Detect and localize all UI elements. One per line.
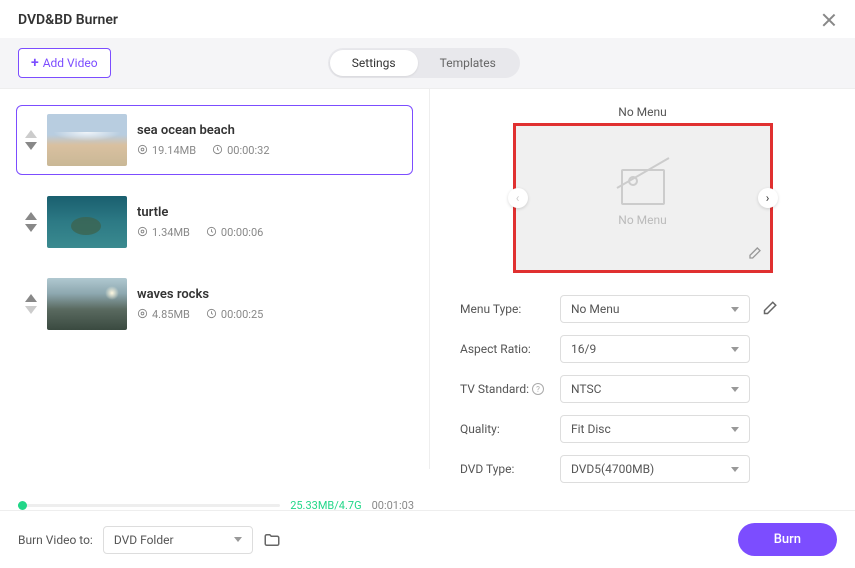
chevron-down-icon (731, 427, 739, 432)
clock-icon (206, 226, 217, 240)
chevron-down-icon (731, 467, 739, 472)
video-thumbnail (47, 278, 127, 330)
chevron-left-icon[interactable]: ‹ (508, 188, 528, 208)
aspect-ratio-value: 16/9 (571, 342, 596, 356)
clock-icon (206, 308, 217, 322)
folder-icon[interactable] (263, 531, 281, 549)
clock-icon (212, 144, 223, 158)
menu-type-select[interactable]: No Menu (560, 295, 750, 323)
quality-select[interactable]: Fit Disc (560, 415, 750, 443)
tv-standard-label: TV Standard: ? (460, 382, 550, 396)
menu-type-label: Menu Type: (460, 302, 550, 316)
plus-icon: + (31, 55, 39, 71)
dvd-type-label: DVD Type: (460, 462, 550, 476)
close-icon[interactable] (821, 12, 837, 28)
move-up-icon[interactable] (25, 212, 37, 220)
chevron-down-icon (731, 307, 739, 312)
video-list: sea ocean beach 19.14MB 00:00:32 turtle (0, 89, 430, 469)
tab-settings[interactable]: Settings (330, 50, 418, 76)
move-down-icon[interactable] (25, 224, 37, 232)
burn-button[interactable]: Burn (738, 523, 837, 556)
preview-placeholder: No Menu (618, 213, 666, 227)
video-size: 19.14MB (152, 144, 196, 157)
move-down-icon[interactable] (25, 142, 37, 150)
disc-icon (137, 226, 148, 240)
move-up-icon[interactable] (25, 130, 37, 138)
tv-standard-value: NTSC (571, 382, 601, 396)
video-thumbnail (47, 196, 127, 248)
video-title: turtle (137, 205, 404, 220)
video-size: 4.85MB (152, 308, 190, 321)
chevron-down-icon (731, 387, 739, 392)
tv-standard-select[interactable]: NTSC (560, 375, 750, 403)
aspect-ratio-select[interactable]: 16/9 (560, 335, 750, 363)
video-thumbnail (47, 114, 127, 166)
video-item[interactable]: sea ocean beach 19.14MB 00:00:32 (16, 105, 413, 175)
video-title: waves rocks (137, 287, 404, 302)
destination-value: DVD Folder (114, 533, 174, 547)
video-item[interactable]: turtle 1.34MB 00:00:06 (16, 187, 413, 257)
chevron-down-icon (234, 537, 242, 542)
add-video-button[interactable]: + Add Video (18, 48, 111, 78)
window-title: DVD&BD Burner (18, 12, 118, 28)
video-duration: 00:00:25 (221, 308, 263, 321)
dvd-type-value: DVD5(4700MB) (571, 462, 654, 476)
edit-icon[interactable] (746, 246, 762, 262)
progress-bar (18, 504, 280, 507)
menu-preview: ‹ › No Menu (513, 123, 773, 273)
chevron-down-icon (731, 347, 739, 352)
image-placeholder-icon (621, 169, 665, 205)
destination-select[interactable]: DVD Folder (103, 526, 253, 554)
disc-icon (137, 144, 148, 158)
chevron-right-icon[interactable]: › (758, 188, 778, 208)
add-video-label: Add Video (43, 56, 98, 70)
tab-templates[interactable]: Templates (418, 50, 518, 76)
tab-switcher: Settings Templates (328, 48, 520, 78)
edit-menu-icon[interactable] (760, 300, 778, 318)
aspect-ratio-label: Aspect Ratio: (460, 342, 550, 356)
move-up-icon[interactable] (25, 294, 37, 302)
menu-type-value: No Menu (571, 302, 619, 316)
quality-label: Quality: (460, 422, 550, 436)
move-down-icon[interactable] (25, 306, 37, 314)
video-item[interactable]: waves rocks 4.85MB 00:00:25 (16, 269, 413, 339)
dvd-type-select[interactable]: DVD5(4700MB) (560, 455, 750, 483)
help-icon[interactable]: ? (532, 383, 544, 395)
video-duration: 00:00:32 (227, 144, 269, 157)
video-size: 1.34MB (152, 226, 190, 239)
progress-fill (18, 504, 23, 507)
disc-icon (137, 308, 148, 322)
burn-to-label: Burn Video to: (18, 533, 93, 547)
quality-value: Fit Disc (571, 422, 611, 436)
video-duration: 00:00:06 (221, 226, 263, 239)
video-title: sea ocean beach (137, 123, 404, 138)
preview-title: No Menu (460, 105, 825, 119)
